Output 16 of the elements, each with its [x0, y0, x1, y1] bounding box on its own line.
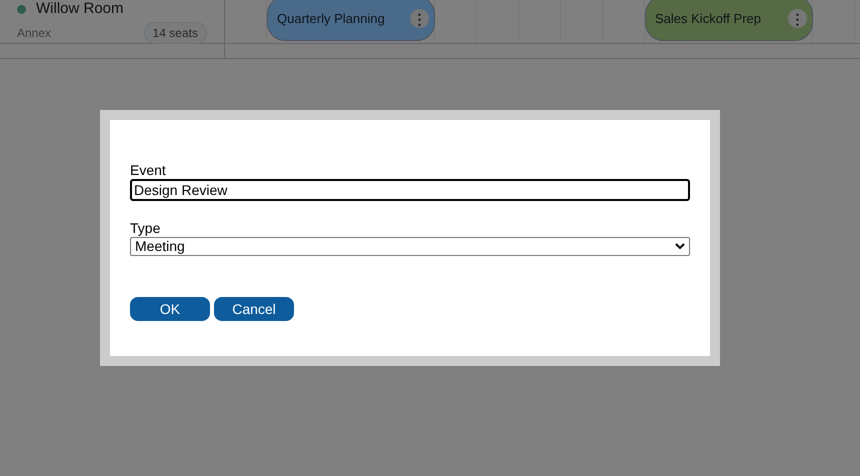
event-menu-button[interactable]: ⋮ — [788, 9, 807, 28]
event-title: Sales Kickoff Prep — [655, 10, 761, 28]
event-block[interactable]: Quarterly Planning ⋮ — [267, 0, 435, 41]
type-dropdown[interactable]: Meeting — [130, 237, 690, 256]
field-label: Type — [130, 220, 162, 237]
event-title: Quarterly Planning — [277, 10, 385, 28]
ok-button[interactable]: OK — [130, 297, 210, 321]
room-name: Willow Room — [36, 0, 124, 19]
field-label: Event — [130, 162, 167, 179]
cancel-button[interactable]: Cancel — [214, 297, 294, 321]
capacity-badge: 14 seats — [144, 22, 207, 44]
chevron-down-icon — [675, 243, 685, 250]
event-menu-button[interactable]: ⋮ — [410, 9, 429, 28]
event-input[interactable]: Design Review — [130, 179, 690, 201]
event-block[interactable]: Sales Kickoff Prep ⋮ — [645, 0, 813, 41]
room-location: Annex — [17, 24, 52, 42]
